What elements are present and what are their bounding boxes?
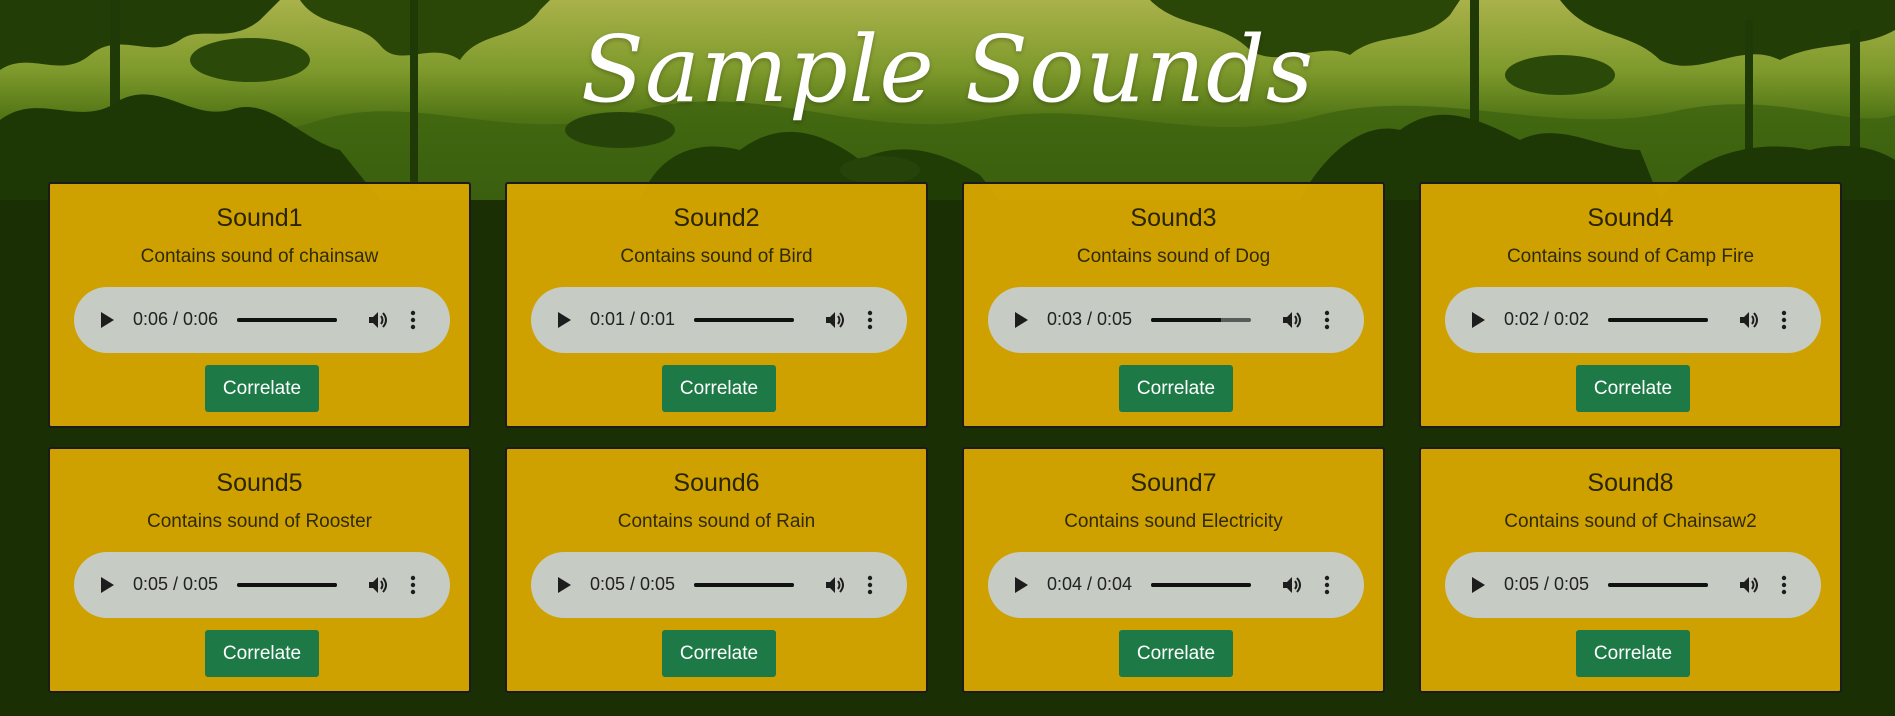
more-options-icon[interactable] [867,575,873,595]
volume-icon[interactable] [1739,310,1761,330]
correlate-button[interactable]: Correlate [205,630,319,677]
audio-player[interactable]: 0:06 / 0:06 [74,287,450,353]
seek-progress [1151,583,1251,587]
time-display: 0:01 / 0:01 [590,309,676,329]
sound-title: Sound2 [673,204,760,232]
seek-progress [1608,318,1708,322]
correlate-button[interactable]: Correlate [662,630,776,677]
volume-icon[interactable] [1739,575,1761,595]
audio-player[interactable]: 0:01 / 0:01 [531,287,907,353]
sound-description: Contains sound of Camp Fire [1506,246,1755,267]
more-options-icon[interactable] [1324,310,1330,330]
sound-card: Sound6 Contains sound of Rain 0:05 / 0:05 C… [505,447,928,693]
seek-progress [694,318,794,322]
correlate-button[interactable]: Correlate [662,365,776,412]
play-icon[interactable] [558,577,571,593]
volume-icon[interactable] [825,310,847,330]
volume-icon[interactable] [825,575,847,595]
seek-progress [237,318,337,322]
correlate-button[interactable]: Correlate [1576,630,1690,677]
play-icon[interactable] [1472,577,1485,593]
time-display: 0:06 / 0:06 [133,309,219,329]
seek-progress [237,583,337,587]
time-display: 0:05 / 0:05 [1504,574,1590,594]
sound-title: Sound5 [216,469,303,497]
volume-icon[interactable] [368,575,390,595]
sound-card: Sound3 Contains sound of Dog 0:03 / 0:05 Co… [962,182,1385,428]
correlate-button[interactable]: Correlate [1119,365,1233,412]
sound-title: Sound4 [1587,204,1674,232]
more-options-icon[interactable] [867,310,873,330]
sound-grid: Sound1 Contains sound of chainsaw 0:06 / 0… [0,0,1895,716]
seek-progress [694,583,794,587]
sound-title: Sound1 [216,204,303,232]
sound-description: Contains sound of Rooster [147,511,372,532]
play-icon[interactable] [101,312,114,328]
time-display: 0:05 / 0:05 [590,574,676,594]
volume-icon[interactable] [368,310,390,330]
seek-bar[interactable] [1151,318,1251,322]
play-icon[interactable] [558,312,571,328]
sound-card: Sound1 Contains sound of chainsaw 0:06 / 0… [48,182,471,428]
seek-bar[interactable] [694,318,794,322]
seek-progress [1608,583,1708,587]
sound-card: Sound4 Contains sound of Camp Fire 0:02 / … [1419,182,1842,428]
seek-bar[interactable] [237,318,337,322]
play-icon[interactable] [101,577,114,593]
audio-player[interactable]: 0:05 / 0:05 [531,552,907,618]
more-options-icon[interactable] [410,575,416,595]
sound-card: Sound5 Contains sound of Rooster 0:05 / 0:… [48,447,471,693]
seek-bar[interactable] [1151,583,1251,587]
seek-bar[interactable] [1608,318,1708,322]
audio-player[interactable]: 0:04 / 0:04 [988,552,1364,618]
more-options-icon[interactable] [410,310,416,330]
sound-card: Sound2 Contains sound of Bird 0:01 / 0:01 C… [505,182,928,428]
volume-icon[interactable] [1282,575,1304,595]
audio-player[interactable]: 0:05 / 0:05 [1445,552,1821,618]
audio-player[interactable]: 0:02 / 0:02 [1445,287,1821,353]
sound-card: Sound8 Contains sound of Chainsaw2 0:05 / … [1419,447,1842,693]
play-icon[interactable] [1015,577,1028,593]
more-options-icon[interactable] [1324,575,1330,595]
sound-description: Contains sound Electricity [1064,511,1283,532]
time-display: 0:05 / 0:05 [133,574,219,594]
correlate-button[interactable]: Correlate [1576,365,1690,412]
seek-bar[interactable] [1608,583,1708,587]
sound-description: Contains sound of Bird [620,246,813,267]
audio-player[interactable]: 0:03 / 0:05 [988,287,1364,353]
sound-title: Sound6 [673,469,760,497]
time-display: 0:04 / 0:04 [1047,574,1133,594]
more-options-icon[interactable] [1781,575,1787,595]
audio-player[interactable]: 0:05 / 0:05 [74,552,450,618]
seek-bar[interactable] [694,583,794,587]
correlate-button[interactable]: Correlate [1119,630,1233,677]
seek-progress [1151,318,1221,322]
sound-description: Contains sound of Rain [617,511,816,532]
sound-description: Contains sound of chainsaw [140,246,379,267]
correlate-button[interactable]: Correlate [205,365,319,412]
sound-title: Sound8 [1587,469,1674,497]
play-icon[interactable] [1015,312,1028,328]
time-display: 0:03 / 0:05 [1047,309,1133,329]
sound-description: Contains sound of Chainsaw2 [1504,511,1757,532]
more-options-icon[interactable] [1781,310,1787,330]
sound-title: Sound3 [1130,204,1217,232]
sound-card: Sound7 Contains sound Electricity 0:04 / 0… [962,447,1385,693]
volume-icon[interactable] [1282,310,1304,330]
play-icon[interactable] [1472,312,1485,328]
time-display: 0:02 / 0:02 [1504,309,1590,329]
sound-title: Sound7 [1130,469,1217,497]
sound-description: Contains sound of Dog [1076,246,1271,267]
seek-bar[interactable] [237,583,337,587]
